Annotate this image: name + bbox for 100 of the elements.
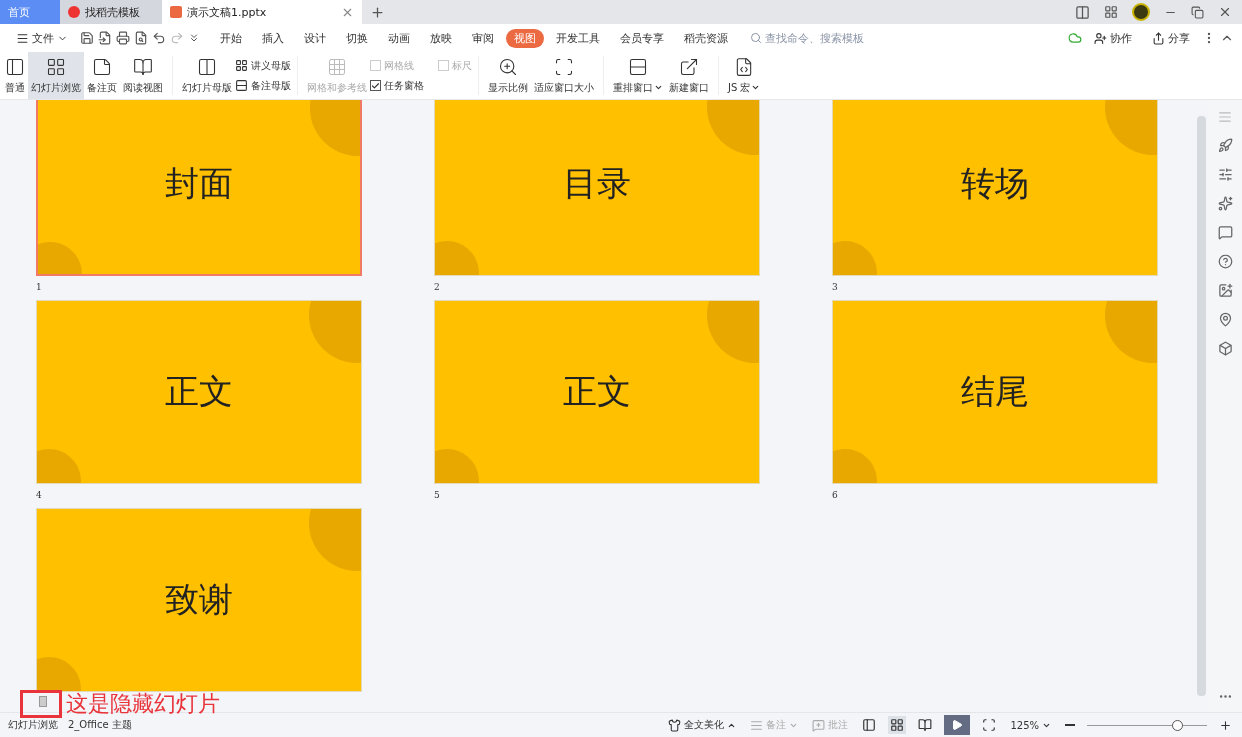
beautify-button[interactable]: 全文美化 [666,716,739,734]
book-icon [133,56,153,77]
print-icon[interactable] [116,31,130,45]
handout-master-button[interactable]: 讲义母版 [235,58,291,73]
view-button[interactable]: 阅读视图 [120,52,166,99]
rows-icon [235,79,248,92]
logo-icon [68,6,80,18]
add-tab-icon[interactable] [370,4,385,20]
macro-button[interactable]: JS 宏 [725,52,764,99]
highlight-frame [20,690,62,718]
zoom-icon [498,56,518,77]
minus-icon [1065,724,1075,726]
avatar[interactable] [1132,3,1150,21]
slide-thumbnail[interactable]: 致谢 [36,508,362,692]
slide-thumbnail[interactable]: 转场 [832,100,1158,276]
layout-icon [197,56,217,77]
slide-title: 封面 [165,162,233,205]
view-name: 幻灯片浏览 [8,718,58,732]
slide-thumbnail[interactable]: 结尾 [832,300,1158,484]
frame-icon [554,56,574,77]
play-icon [951,719,964,731]
corner-shape [1104,100,1157,155]
zoom-button[interactable]: 显示比例 [485,52,531,99]
collaborate-button[interactable]: 协作 [1086,28,1140,48]
checkbox[interactable]: 任务窗格 [370,78,424,93]
frame-icon [982,718,997,732]
cube-icon[interactable] [1217,341,1233,356]
ribbon-tab[interactable]: 插入 [254,28,292,48]
arrange-button[interactable]: 重排窗口 [610,52,666,99]
image-icon[interactable] [1217,283,1233,298]
theme-name: 2_Office 主题 [68,718,132,732]
export-icon[interactable] [98,31,112,45]
caret-icon [654,83,663,92]
book-icon [918,718,933,732]
pin-icon[interactable] [1217,312,1233,327]
view-button[interactable]: 普通 [2,52,28,99]
slide-title: 致谢 [165,578,233,621]
slide-number: 1 [36,281,43,292]
layout-icon [862,718,877,732]
slide-thumbnail[interactable]: 正文 [36,300,362,484]
ribbon-tab[interactable]: 设计 [296,28,334,48]
ribbon-tab[interactable]: 会员专享 [612,28,672,48]
slide-title: 正文 [563,370,631,413]
notes-master-button[interactable]: 备注母版 [235,78,291,93]
search-icon [750,32,762,44]
restore-icon[interactable] [1191,5,1204,19]
slide-thumbnail[interactable]: 封面 [36,100,362,276]
fit-window-button[interactable]: 适应窗口大小 [531,52,597,99]
corner-shape [308,509,361,571]
corner-shape [38,242,82,274]
preview-icon[interactable] [134,31,148,45]
zoom-dropdown[interactable]: 125% [1008,717,1053,733]
slider-thumb[interactable] [1172,719,1183,731]
apps-icon[interactable] [1104,5,1118,19]
grid-icon [46,56,66,77]
menu-icon [16,31,29,45]
layout-icon[interactable] [1075,4,1090,20]
file-menu[interactable]: 文件 [8,28,76,48]
new-window-button[interactable]: 新建窗口 [666,52,712,99]
comment-add-icon [812,718,826,732]
ribbon-tab[interactable]: 稻壳资源 [676,28,736,48]
sorter-view-button[interactable] [888,716,907,734]
save-icon[interactable] [80,31,94,45]
cloud-icon[interactable] [1068,31,1082,45]
ribbon-tab[interactable]: 开发工具 [548,28,608,48]
help-icon[interactable] [1217,254,1233,269]
undo-icon[interactable] [152,31,166,45]
user-add-icon [1094,31,1107,45]
more-icon[interactable] [188,32,200,44]
comment-icon[interactable] [1217,225,1233,240]
rocket-icon[interactable] [1217,138,1233,153]
close-icon[interactable] [1218,5,1232,19]
play-button[interactable] [944,715,971,735]
slide-title: 结尾 [961,370,1029,413]
view-button[interactable]: 幻灯片浏览 [28,52,84,99]
slide-number: 6 [832,489,839,500]
view-button[interactable]: 备注页 [84,52,120,99]
lines-icon [750,718,764,732]
slide-thumbnail[interactable]: 正文 [434,300,760,484]
tab[interactable]: 找稻壳模板 [60,0,162,24]
tab[interactable]: 演示文稿1.pptx [162,0,362,24]
corner-shape [435,449,479,483]
sparkle-icon[interactable] [1217,196,1233,211]
share-button[interactable]: 分享 [1144,28,1198,48]
ribbon-tab[interactable]: 切换 [338,28,376,48]
share-icon [1152,31,1165,45]
grid-icon [327,56,347,77]
ribbon-tab[interactable]: 开始 [212,28,250,48]
ribbon-tab[interactable]: 放映 [422,28,460,48]
ribbon-tab[interactable]: 审阅 [464,28,502,48]
corner-shape [1104,301,1157,363]
ribbon-tab[interactable]: 动画 [380,28,418,48]
corner-shape [833,449,877,483]
slide-thumbnail[interactable]: 目录 [434,100,760,276]
sliders-icon[interactable] [1217,167,1233,182]
slide-title: 正文 [165,370,233,413]
slide-master-button[interactable]: 幻灯片母版 [179,52,235,99]
rows-icon [628,56,648,77]
layout-icon [5,56,25,77]
slide-number: 2 [434,281,441,292]
